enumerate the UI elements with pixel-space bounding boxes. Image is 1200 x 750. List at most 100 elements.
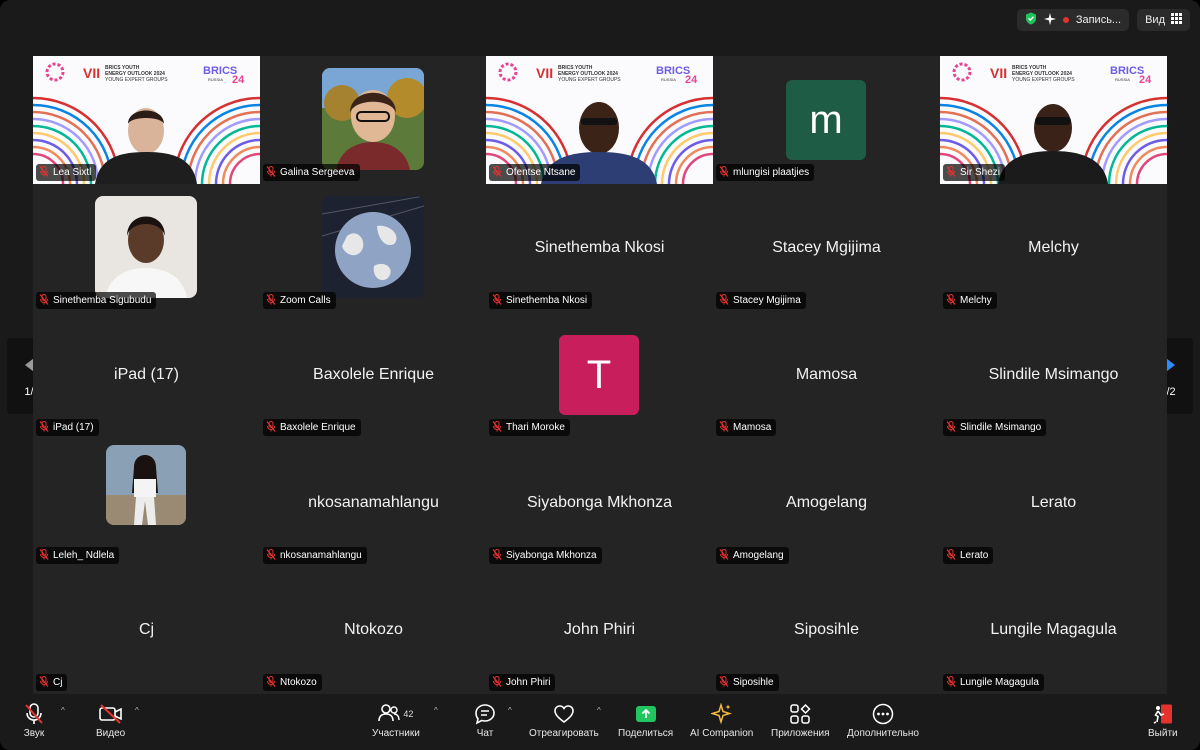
participant-tile[interactable]: Sinethemba Nkosi Sinethemba Nkosi [486, 184, 713, 312]
participants-count: 42 [403, 709, 414, 719]
participant-name-label: Sinethemba Nkosi [489, 292, 593, 309]
svg-text:24: 24 [685, 74, 698, 86]
participant-tile[interactable]: Mamosa Mamosa [713, 311, 940, 439]
react-button[interactable]: Отреагировать [529, 702, 599, 744]
participant-tile[interactable]: Amogelang Amogelang [713, 439, 940, 567]
recording-dot-icon [1062, 17, 1069, 23]
participant-tile[interactable]: Cj Cj [33, 566, 260, 694]
participant-display-name: iPad (17) [114, 366, 179, 383]
mic-muted-icon [719, 293, 729, 308]
react-options-chevron-icon[interactable]: ^ [597, 706, 601, 715]
mic-muted-icon [492, 293, 502, 308]
participant-name: Sinethemba Sigubudu [53, 295, 152, 306]
chat-button[interactable]: Чат [474, 702, 496, 744]
participant-tile[interactable]: Siposihle Siposihle [713, 566, 940, 694]
svg-text:YOUNG EXPERT GROUPS: YOUNG EXPERT GROUPS [105, 77, 168, 83]
shield-icon [1025, 12, 1037, 28]
video-button[interactable]: Видео [96, 702, 125, 744]
meeting-toolbar: Звук ^ Видео ^ 42 Участники ^ Чат ^ Отре… [0, 694, 1200, 750]
participant-tile[interactable]: Siyabonga Mkhonza Siyabonga Mkhonza [486, 439, 713, 567]
participant-display-name: Lungile Magagula [990, 621, 1117, 638]
participant-name: Lerato [960, 550, 989, 561]
audio-options-chevron-icon[interactable]: ^ [61, 706, 65, 715]
ai-sparkle-icon [710, 702, 733, 726]
participant-name: Melchy [960, 295, 992, 306]
participant-tile[interactable]: Leleh_ Ndlela [33, 439, 260, 567]
participant-name: Slindile Msimango [960, 422, 1042, 433]
participants-button[interactable]: 42 Участники [372, 702, 420, 744]
audio-button[interactable]: Звук [22, 702, 46, 744]
chat-icon [474, 702, 496, 726]
mic-muted-icon [492, 420, 502, 435]
mic-muted-icon [719, 675, 729, 690]
apps-button[interactable]: Приложения [771, 702, 830, 744]
participant-display-name: Stacey Mgijima [772, 239, 881, 256]
participant-gallery: VII BRICS YOUTH ENERGY OUTLOOK 2024 YOUNG E… [33, 56, 1167, 694]
participant-tile[interactable]: Lungile Magagula Lungile Magagula [940, 566, 1167, 694]
ai-companion-button[interactable]: AI Companion [690, 702, 753, 744]
chat-options-chevron-icon[interactable]: ^ [508, 706, 512, 715]
participant-name-label: Zoom Calls [263, 292, 336, 309]
participant-name-label: Cj [36, 674, 68, 691]
participant-tile[interactable]: Stacey Mgijima Stacey Mgijima [713, 184, 940, 312]
participant-name: Lungile Magagula [960, 677, 1039, 688]
participants-options-chevron-icon[interactable]: ^ [434, 706, 438, 715]
participant-tile[interactable]: Melchy Melchy [940, 184, 1167, 312]
participant-display-name: Lerato [1030, 494, 1077, 511]
participant-name: Stacey Mgijima [733, 295, 801, 306]
participant-name: mlungisi plaatjies [733, 167, 810, 178]
profile-picture [106, 445, 186, 525]
leave-button[interactable]: Выйти [1148, 702, 1178, 744]
participant-display-name: John Phiri [563, 621, 636, 638]
participant-tile[interactable]: VII BRICS YOUTH ENERGY OUTLOOK 2024 YOUNG E… [486, 56, 713, 184]
share-screen-icon [635, 702, 657, 726]
mic-muted-icon [946, 420, 956, 435]
participant-display-name: Ntokozo [344, 621, 403, 638]
view-button[interactable]: Вид [1137, 9, 1190, 31]
participant-tile[interactable]: John Phiri John Phiri [486, 566, 713, 694]
recording-indicator[interactable]: Запись... [1016, 9, 1130, 31]
participant-name-label: iPad (17) [36, 419, 99, 436]
mic-muted-icon [22, 702, 46, 726]
profile-picture [322, 68, 424, 170]
participants-label: Участники [372, 728, 420, 739]
participant-tile[interactable]: T Thari Moroke [486, 311, 713, 439]
participant-tile[interactable]: VII BRICS YOUTH ENERGY OUTLOOK 2024 YOUNG E… [940, 56, 1167, 184]
top-right-controls: Запись... Вид [1016, 9, 1190, 31]
participants-icon [378, 703, 401, 726]
participant-name: Amogelang [733, 550, 784, 561]
mic-muted-icon [266, 165, 276, 180]
svg-text:RUSSIA: RUSSIA [208, 77, 223, 82]
participant-tile[interactable]: nkosanamahlangu nkosanamahlangu [260, 439, 487, 567]
mic-muted-icon [39, 548, 49, 563]
mic-muted-icon [719, 165, 729, 180]
mic-muted-icon [719, 548, 729, 563]
participant-name: Leleh_ Ndlela [53, 550, 115, 561]
participant-name: Galina Sergeeva [280, 167, 355, 178]
recording-label: Запись... [1075, 14, 1122, 26]
participant-tile[interactable]: Sinethemba Sigubudu [33, 184, 260, 312]
participant-tile[interactable]: Ntokozo Ntokozo [260, 566, 487, 694]
participant-tile[interactable]: Baxolele Enrique Baxolele Enrique [260, 311, 487, 439]
participant-name: Ntokozo [280, 677, 317, 688]
participant-tile[interactable]: Galina Sergeeva [260, 56, 487, 184]
share-label: Поделиться [618, 728, 674, 739]
more-button[interactable]: Дополнительно [847, 702, 919, 744]
participant-name: Sinethemba Nkosi [506, 295, 588, 306]
participant-tile[interactable]: Zoom Calls [260, 184, 487, 312]
share-button[interactable]: Поделиться [618, 702, 673, 744]
participant-tile[interactable]: VII BRICS YOUTH ENERGY OUTLOOK 2024 YOUNG E… [33, 56, 260, 184]
participant-display-name: Sinethemba Nkosi [534, 239, 665, 256]
svg-text:RUSSIA: RUSSIA [1115, 77, 1130, 82]
participant-tile[interactable]: m mlungisi plaatjies [713, 56, 940, 184]
svg-text:VII: VII [83, 65, 100, 81]
participant-tile[interactable]: iPad (17) iPad (17) [33, 311, 260, 439]
video-options-chevron-icon[interactable]: ^ [135, 706, 139, 715]
participant-name-label: nkosanamahlangu [263, 547, 367, 564]
participant-name: nkosanamahlangu [280, 550, 362, 561]
participant-tile[interactable]: Lerato Lerato [940, 439, 1167, 567]
participant-tile[interactable]: Slindile Msimango Slindile Msimango [940, 311, 1167, 439]
mic-muted-icon [946, 675, 956, 690]
letter-avatar: m [786, 80, 866, 160]
participant-name-label: Amogelang [716, 547, 789, 564]
